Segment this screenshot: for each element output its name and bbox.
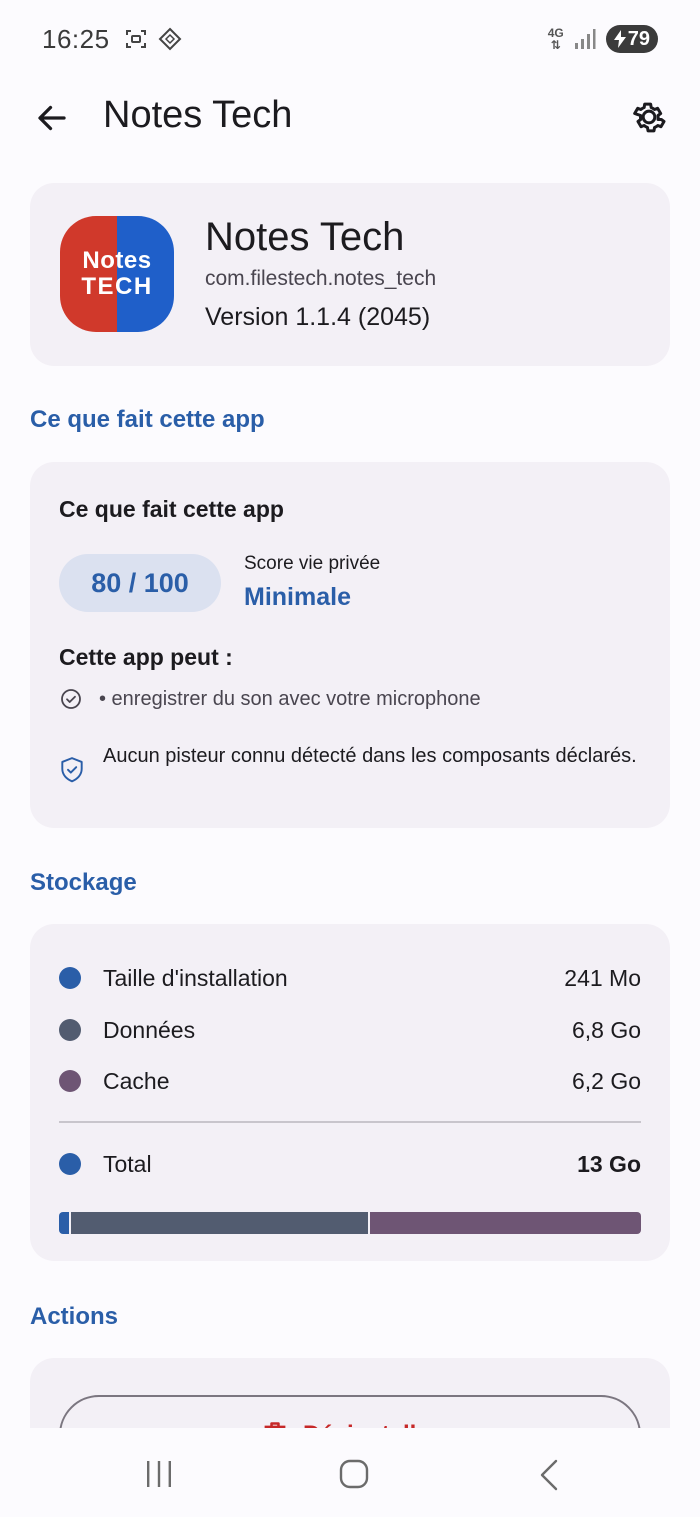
- storage-bar-data: [71, 1212, 369, 1234]
- battery-indicator: 79: [605, 25, 658, 53]
- app-logo: Notes TECH: [60, 216, 174, 332]
- screenshot-icon: [125, 30, 146, 48]
- privacy-card: Ce que fait cette app 80 / 100 Score vie…: [30, 462, 670, 828]
- status-time: 16:25: [42, 23, 110, 54]
- app-version: Version 1.1.4 (2045): [205, 303, 431, 331]
- storage-row-label: Taille d'installation: [103, 964, 288, 991]
- home-icon[interactable]: [338, 1458, 370, 1490]
- app-name: Notes Tech: [205, 215, 405, 259]
- system-nav-bar: [0, 1428, 700, 1517]
- divider: [59, 1121, 641, 1123]
- status-bar: 16:25 4G ⇅ 79: [0, 0, 700, 78]
- storage-row-value: 6,2 Go: [571, 1067, 641, 1094]
- battery-level: 79: [627, 27, 650, 50]
- data-arrows-icon: ⇅: [550, 38, 561, 52]
- logo-line1: Notes: [82, 247, 152, 274]
- nav-back-icon[interactable]: [536, 1458, 564, 1492]
- legend-dot: [59, 1070, 81, 1092]
- shield-check-icon: [61, 757, 83, 783]
- storage-row-total: Total 13 Go: [59, 1146, 641, 1182]
- permission-item: • enregistrer du son avec votre micropho…: [59, 687, 481, 711]
- logo-line2: TECH: [81, 273, 153, 300]
- charging-icon: [613, 30, 626, 48]
- permission-text: • enregistrer du son avec votre micropho…: [99, 687, 481, 710]
- actions-section-title: Actions: [30, 1303, 119, 1330]
- permissions-heading: Cette app peut :: [59, 644, 233, 670]
- privacy-score-value: Minimale: [244, 583, 351, 611]
- privacy-card-heading: Ce que fait cette app: [59, 496, 284, 522]
- storage-bar-cache: [370, 1212, 641, 1234]
- settings-button[interactable]: [626, 94, 672, 140]
- storage-card: Taille d'installation 241 Mo Données 6,8…: [30, 924, 670, 1261]
- gear-icon: [633, 102, 666, 133]
- storage-row-data: Données 6,8 Go: [59, 1012, 641, 1048]
- storage-row-label: Données: [103, 1016, 196, 1043]
- storage-row-value: 6,8 Go: [571, 1016, 641, 1043]
- package-name: com.filestech.notes_tech: [205, 267, 437, 290]
- recents-icon[interactable]: [143, 1458, 175, 1490]
- app-header-card: Notes TECH Notes Tech com.filestech.note…: [30, 183, 670, 366]
- storage-section-title: Stockage: [30, 869, 137, 896]
- storage-total-value: 13 Go: [577, 1150, 641, 1177]
- storage-row-cache: Cache 6,2 Go: [59, 1063, 641, 1099]
- tracker-note-text: Aucun pisteur connu détecté dans les com…: [103, 745, 637, 767]
- arrow-left-icon: [38, 105, 66, 131]
- storage-row-label: Cache: [103, 1067, 170, 1094]
- storage-usage-bar: [59, 1212, 641, 1234]
- nfc-icon: [158, 27, 181, 51]
- page-title: Notes Tech: [103, 94, 293, 136]
- privacy-score-badge: 80 / 100: [59, 554, 221, 612]
- check-circle-icon: [61, 689, 81, 709]
- legend-dot: [59, 1153, 81, 1175]
- storage-row-install: Taille d'installation 241 Mo: [59, 960, 641, 996]
- network-indicator: 4G ⇅: [548, 27, 564, 51]
- back-button[interactable]: [30, 96, 74, 140]
- privacy-section-title: Ce que fait cette app: [30, 406, 265, 433]
- storage-bar-install: [59, 1212, 70, 1234]
- app-bar: Notes Tech: [0, 78, 700, 158]
- storage-row-value: 241 Mo: [564, 964, 641, 991]
- legend-dot: [59, 967, 81, 989]
- legend-dot: [59, 1019, 81, 1041]
- privacy-score-label: Score vie privée: [244, 553, 381, 574]
- storage-total-label: Total: [103, 1150, 152, 1177]
- signal-icon: [574, 29, 596, 49]
